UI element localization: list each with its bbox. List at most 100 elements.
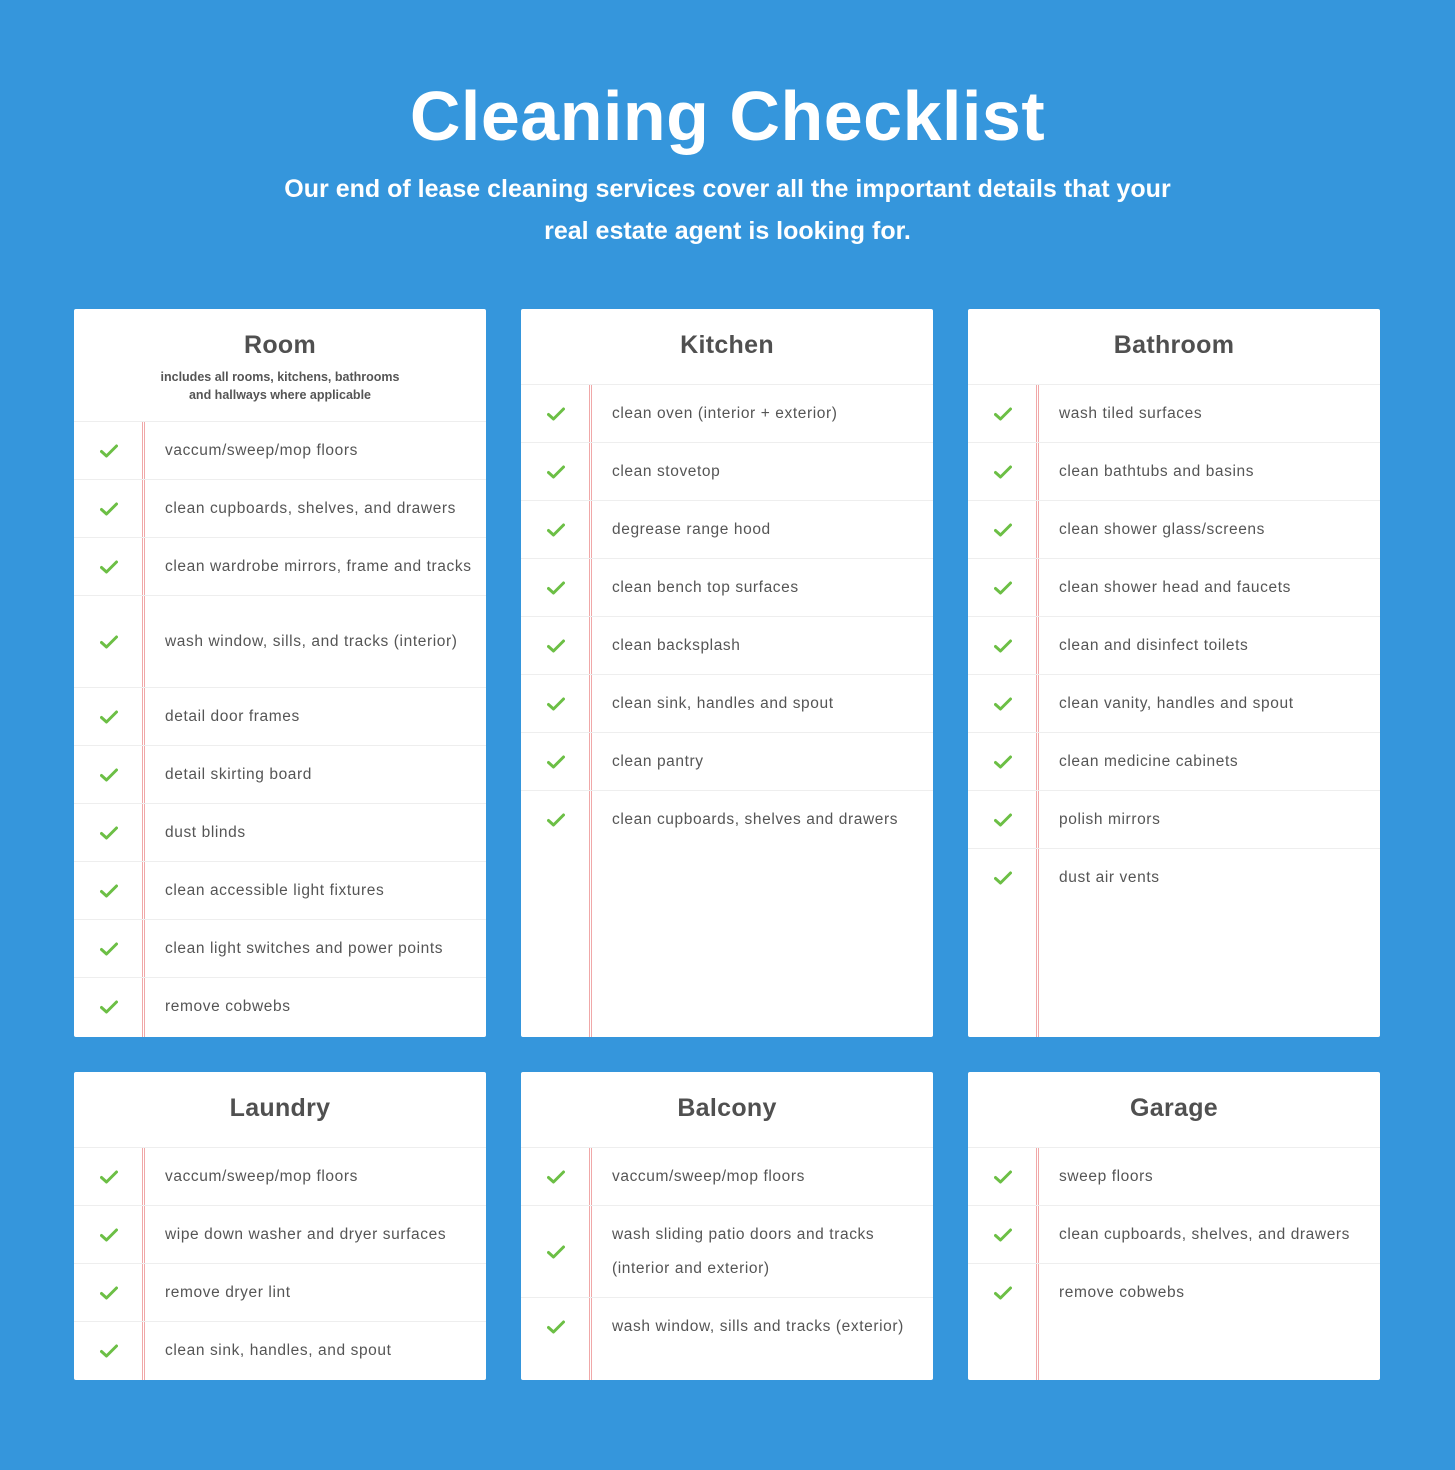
check-icon: [74, 768, 145, 782]
check-icon: [74, 1286, 145, 1300]
check-icon: [968, 755, 1039, 769]
checklist-item: clean backsplash: [521, 617, 933, 675]
page-subtitle: Our end of lease cleaning services cover…: [284, 175, 1171, 245]
checklist-item-label: vaccum/sweep/mop floors: [165, 441, 358, 459]
check-icon: [74, 1344, 145, 1358]
checklist-item-label: vaccum/sweep/mop floors: [165, 1167, 358, 1185]
check-icon: [74, 502, 145, 516]
kitchen-card-header: Kitchen: [521, 309, 933, 385]
checklist-item-label: clean backsplash: [612, 636, 741, 654]
check-icon: [968, 465, 1039, 479]
laundry-card: Laundry vaccum/sweep/mop floors wipe down…: [74, 1072, 486, 1380]
checklist-item: clean cupboards, shelves and drawers: [521, 791, 933, 849]
checklist-item: wash window, sills, and tracks (interior…: [74, 596, 486, 688]
checklist-item-label: wash window, sills and tracks (exterior): [612, 1318, 904, 1335]
card-title: Garage: [1130, 1094, 1218, 1122]
checklist-item: wipe down washer and dryer surfaces: [74, 1206, 486, 1264]
check-icon: [521, 813, 592, 827]
checklist-item-label: clean wardrobe mirrors, frame and tracks: [165, 557, 472, 575]
check-icon: [74, 1000, 145, 1014]
check-icon: [521, 639, 592, 653]
check-icon: [968, 1228, 1039, 1242]
checklist-item: clean vanity, handles and spout: [968, 675, 1380, 733]
checklist-item: vaccum/sweep/mop floors: [74, 1148, 486, 1206]
checklist-item-label: clean oven (interior + exterior): [612, 404, 838, 422]
checklist-item: clean cupboards, shelves, and drawers: [968, 1206, 1380, 1264]
checklist-item: clean wardrobe mirrors, frame and tracks: [74, 538, 486, 596]
check-icon: [968, 581, 1039, 595]
checklist-item: clean shower glass/screens: [968, 501, 1380, 559]
checklist-item: clean sink, handles and spout: [521, 675, 933, 733]
check-icon: [74, 826, 145, 840]
checklist-item-label: clean cupboards, shelves and drawers: [612, 811, 899, 828]
checklist-item: clean light switches and power points: [74, 920, 486, 978]
checklist-item-label: detail door frames: [165, 707, 300, 725]
checklist: vaccum/sweep/mop floors wipe down washer …: [74, 1148, 486, 1380]
checklist-item: clean bathtubs and basins: [968, 443, 1380, 501]
check-icon: [521, 465, 592, 479]
checklist: vaccum/sweep/mop floors wash sliding pati…: [521, 1148, 933, 1380]
check-icon: [968, 871, 1039, 885]
check-icon: [968, 697, 1039, 711]
room-card: Room includes all rooms, kitchens, bathr…: [74, 309, 486, 1037]
checklist-item-label: clean sink, handles, and spout: [165, 1342, 392, 1359]
check-icon: [74, 942, 145, 956]
check-icon: [521, 581, 592, 595]
checklist-item-label: vaccum/sweep/mop floors: [612, 1167, 805, 1185]
checklist-item-label: clean light switches and power points: [165, 939, 444, 957]
bathroom-card: Bathroom wash tiled surfaces clean bathtu…: [968, 309, 1380, 1037]
check-icon: [74, 1170, 145, 1184]
checklist-item: clean pantry: [521, 733, 933, 791]
check-icon: [74, 1228, 145, 1242]
checklist-item-label: clean shower glass/screens: [1059, 520, 1265, 538]
check-icon: [521, 1245, 592, 1259]
checklist-item-label: clean pantry: [612, 752, 704, 770]
checklist-item: clean oven (interior + exterior): [521, 385, 933, 443]
checklist-item-label: remove cobwebs: [165, 998, 291, 1015]
checklist-item: wash tiled surfaces: [968, 385, 1380, 443]
checklist-item-label: clean cupboards, shelves, and drawers: [165, 499, 457, 517]
checklist-item: clean cupboards, shelves, and drawers: [74, 480, 486, 538]
check-icon: [74, 710, 145, 724]
page-title: Cleaning Checklist: [409, 77, 1046, 155]
checklist-item: clean shower head and faucets: [968, 559, 1380, 617]
checklist-item-label: clean accessible light fixtures: [165, 881, 385, 899]
checklist-item: degrease range hood: [521, 501, 933, 559]
checklist-item: wash sliding patio doors and tracks (int…: [521, 1206, 933, 1298]
check-icon: [521, 697, 592, 711]
checklist-item-label: wash tiled surfaces: [1059, 404, 1203, 422]
check-icon: [968, 813, 1039, 827]
checklist-item-label: clean cupboards, shelves, and drawers: [1059, 1225, 1351, 1243]
check-icon: [968, 523, 1039, 537]
checklist-item: detail door frames: [74, 688, 486, 746]
checklist-item: clean stovetop: [521, 443, 933, 501]
checklist-item-label: remove cobwebs: [1059, 1284, 1185, 1301]
check-icon: [74, 444, 145, 458]
room-card-header: Room includes all rooms, kitchens, bathr…: [74, 309, 486, 422]
checklist-item: clean sink, handles, and spout: [74, 1322, 486, 1380]
checklist-item-label: clean sink, handles and spout: [612, 694, 834, 712]
checklist: wash tiled surfaces clean bathtubs and ba…: [968, 385, 1380, 1037]
checklist-item-label: clean shower head and faucets: [1059, 578, 1291, 596]
card-note: includes all rooms, kitchens, bathrooms …: [160, 370, 400, 402]
checklist-item: clean medicine cabinets: [968, 733, 1380, 791]
checklist-item: clean accessible light fixtures: [74, 862, 486, 920]
checklist-item-label: wash window, sills, and tracks (interior…: [165, 632, 458, 650]
card-title: Kitchen: [680, 331, 774, 359]
checklist-item: clean bench top surfaces: [521, 559, 933, 617]
check-icon: [74, 560, 145, 574]
checklist-item-label: wipe down washer and dryer surfaces: [165, 1225, 447, 1243]
bathroom-card-header: Bathroom: [968, 309, 1380, 385]
checklist-item: vaccum/sweep/mop floors: [521, 1148, 933, 1206]
garage-card: Garage sweep floors clean cupboards, shel…: [968, 1072, 1380, 1380]
check-icon: [521, 1320, 592, 1334]
card-title: Bathroom: [1113, 331, 1235, 359]
check-icon: [74, 635, 145, 649]
checklist-item-label: clean medicine cabinets: [1059, 752, 1239, 770]
checklist-item-label: sweep floors: [1059, 1167, 1154, 1185]
check-icon: [521, 407, 592, 421]
checklist-item-label: clean vanity, handles and spout: [1059, 694, 1294, 712]
checklist-item: sweep floors: [968, 1148, 1380, 1206]
checklist-item-label: degrease range hood: [612, 520, 771, 538]
garage-card-header: Garage: [968, 1072, 1380, 1148]
